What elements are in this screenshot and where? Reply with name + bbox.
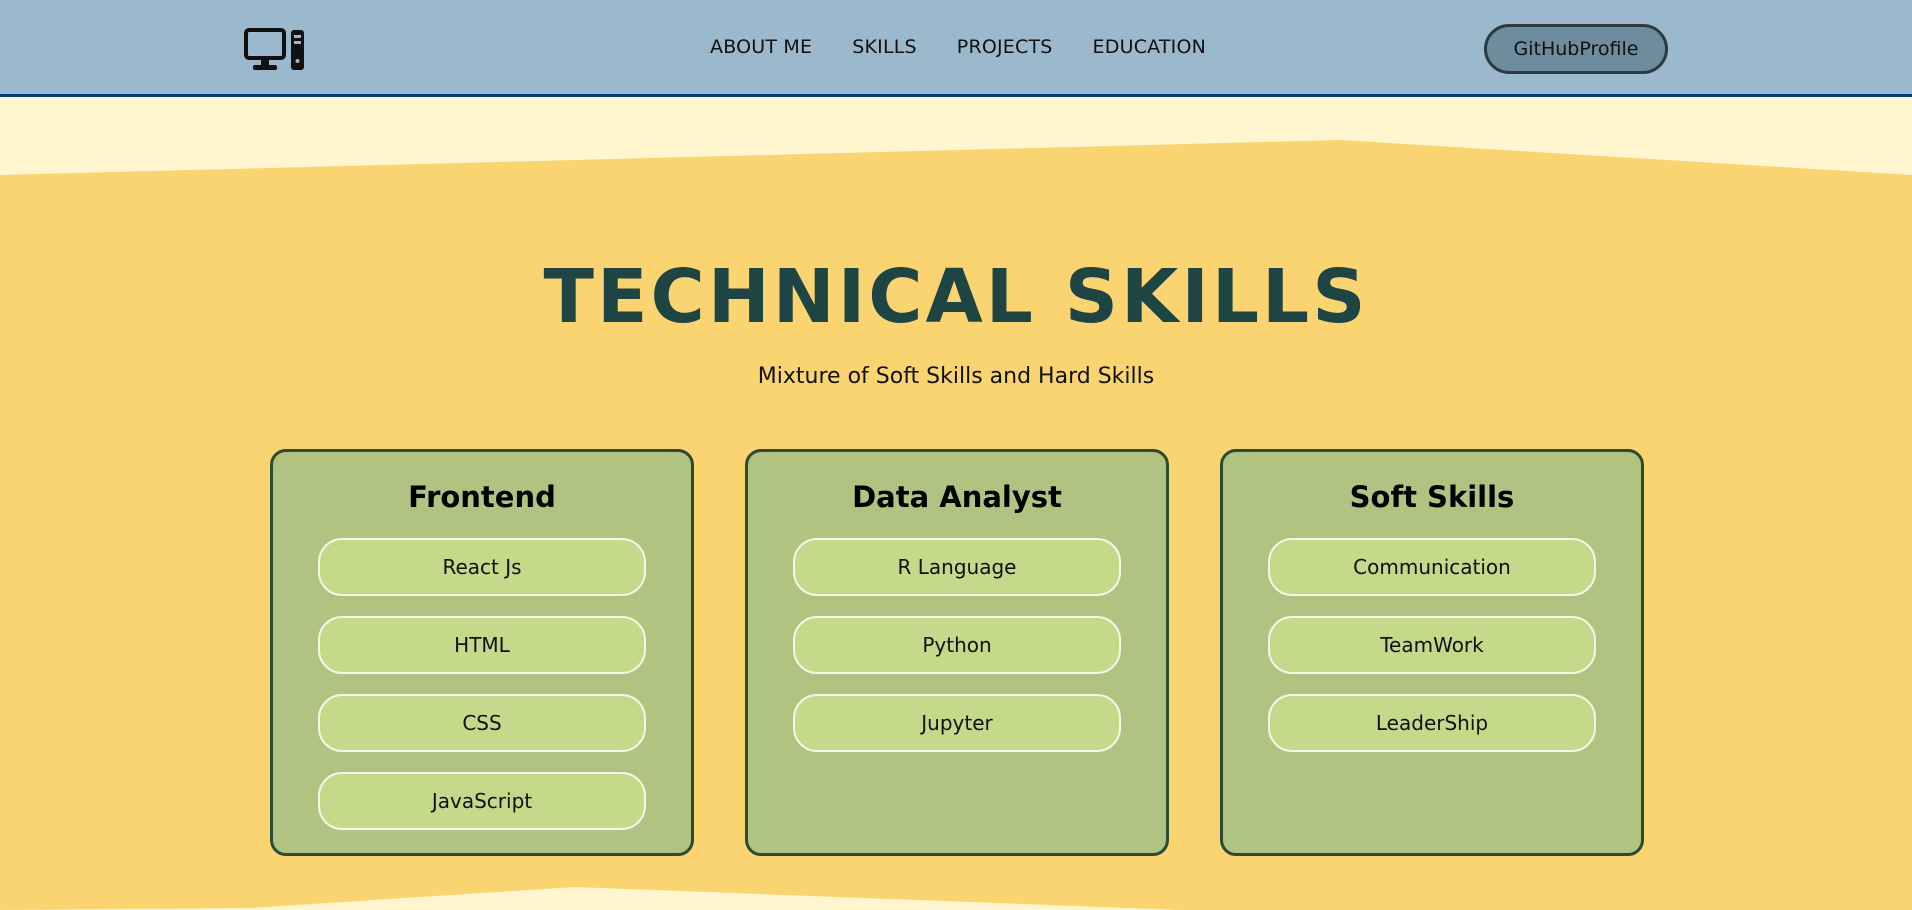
section-subtitle: Mixture of Soft Skills and Hard Skills — [757, 364, 1155, 389]
bottom-cream-shape — [0, 887, 1180, 910]
skill-pill[interactable]: CSS — [318, 694, 646, 752]
skill-card-frontend: Frontend React Js HTML CSS JavaScript — [270, 449, 694, 856]
nav-link-skills[interactable]: SKILLS — [852, 36, 917, 58]
skill-card-data-analyst: Data Analyst R Language Python Jupyter — [745, 449, 1169, 856]
skill-card-soft-skills: Soft Skills Communication TeamWork Leade… — [1220, 449, 1644, 856]
skill-pill[interactable]: HTML — [318, 616, 646, 674]
card-title: Soft Skills — [1349, 480, 1515, 514]
top-cream-shape — [0, 97, 1912, 175]
skill-pill[interactable]: Jupyter — [793, 694, 1121, 752]
skill-pill[interactable]: React Js — [318, 538, 646, 596]
skill-pill[interactable]: TeamWork — [1268, 616, 1596, 674]
navbar: ABOUT ME SKILLS PROJECTS EDUCATION GitHu… — [0, 0, 1912, 97]
github-profile-button[interactable]: GitHubProfile — [1484, 24, 1668, 74]
nav-link-projects[interactable]: PROJECTS — [957, 36, 1053, 58]
nav-link-education[interactable]: EDUCATION — [1093, 36, 1207, 58]
card-title: Frontend — [408, 480, 556, 514]
skill-pill[interactable]: Communication — [1268, 538, 1596, 596]
nav-link-about-me[interactable]: ABOUT ME — [710, 36, 812, 58]
desktop-computer-icon[interactable] — [244, 28, 306, 72]
skill-pill[interactable]: LeaderShip — [1268, 694, 1596, 752]
nav-links: ABOUT ME SKILLS PROJECTS EDUCATION — [710, 0, 1246, 94]
skill-cards: Frontend React Js HTML CSS JavaScript Da… — [270, 449, 1644, 856]
skill-pill[interactable]: R Language — [793, 538, 1121, 596]
card-title: Data Analyst — [852, 480, 1062, 514]
skill-pill[interactable]: JavaScript — [318, 772, 646, 830]
skill-pill[interactable]: Python — [793, 616, 1121, 674]
section-title: TECHNICAL SKILLS — [543, 254, 1369, 340]
